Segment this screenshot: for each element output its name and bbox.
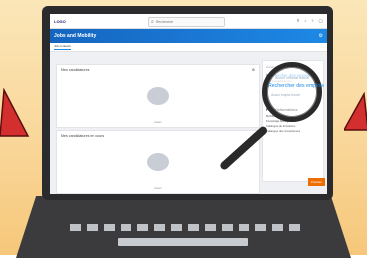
key: [255, 224, 267, 231]
apply-button[interactable]: Postuler: [307, 178, 325, 186]
tab-bar: Job contexts: [50, 43, 327, 52]
gear-icon[interactable]: ⚙: [252, 68, 255, 72]
apps-icon[interactable]: ⠿: [296, 18, 299, 23]
search-input[interactable]: ⌕ Rechercher: [148, 17, 225, 27]
brand-logo[interactable]: LOGO: [54, 19, 66, 24]
card-footer: Aucun: [154, 121, 162, 124]
key: [120, 224, 132, 231]
lens-search-jobs: Rechercher des emplois: [268, 83, 324, 89]
lens-hint: Aucun emploi trouvé: [271, 93, 301, 97]
key: [171, 224, 183, 231]
search-placeholder: Rechercher: [155, 20, 174, 24]
warning-triangle-left: [0, 88, 30, 137]
help-icon[interactable]: ?: [311, 18, 313, 23]
key: [238, 224, 250, 231]
warning-triangle-right: [344, 92, 367, 131]
key: [188, 224, 199, 231]
page-title: Jobs and Mobility: [54, 33, 97, 39]
empty-state-cloud-icon: [147, 153, 169, 171]
magnifier-lens-icon: [262, 62, 322, 122]
applications-card: Mes candidatures ⚙ Aucun: [56, 64, 260, 128]
page-header: Jobs and Mobility ⚙: [50, 29, 327, 43]
side-link[interactable]: Catalogue des compétences: [263, 129, 323, 134]
search-icon: ⌕: [151, 18, 154, 25]
top-icons: ⠿ ♪ ? ◯: [296, 18, 323, 23]
key: [70, 224, 81, 231]
gear-icon[interactable]: ⚙: [319, 33, 323, 39]
key: [221, 224, 233, 231]
keyboard: [70, 224, 301, 232]
top-bar: LOGO ⌕ Rechercher ⠿ ♪ ? ◯: [50, 14, 327, 29]
card-header: Mes candidatures ⚙: [57, 65, 259, 75]
empty-state-cloud-icon: [147, 87, 169, 105]
avatar-icon[interactable]: ◯: [319, 18, 323, 23]
key: [154, 224, 166, 231]
key: [272, 224, 284, 231]
key: [204, 224, 216, 231]
tab-job-contexts[interactable]: Job contexts: [54, 44, 71, 50]
key: [289, 224, 301, 231]
key: [86, 224, 98, 231]
card-footer: Aucun: [154, 187, 162, 190]
key: [103, 224, 115, 231]
lens-top-note: Aucun résultat trouvé: [275, 76, 309, 80]
card-title: Mes candidatures en cours: [61, 134, 105, 138]
card-header: Mes candidatures en cours ⚙: [57, 131, 259, 141]
trackpad: [118, 238, 248, 246]
bell-icon[interactable]: ♪: [304, 18, 306, 23]
key: [137, 224, 149, 231]
card-title: Mes candidatures: [61, 68, 90, 72]
